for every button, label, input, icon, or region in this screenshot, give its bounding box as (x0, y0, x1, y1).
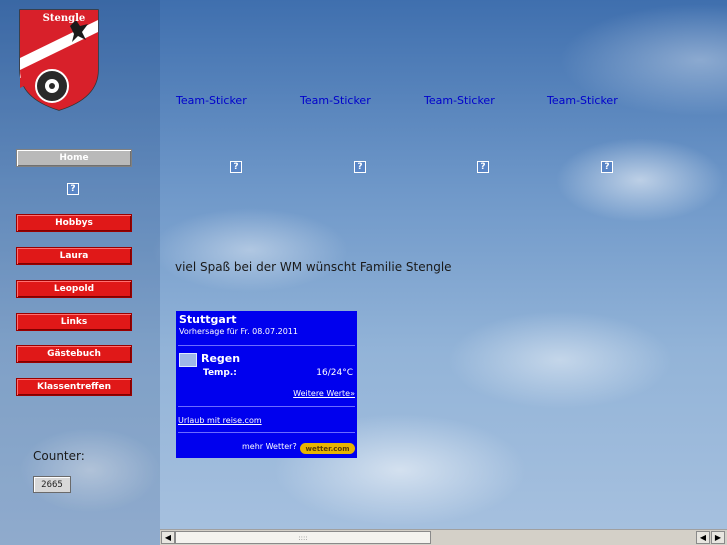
visitor-counter: 2665 (33, 476, 71, 493)
team-sticker-link-1[interactable]: Team-Sticker (176, 94, 247, 107)
weather-city: Stuttgart (179, 313, 237, 326)
divider (178, 432, 355, 433)
nav-guestbook-button[interactable]: Gästebuch (16, 345, 132, 363)
sticker-image-icon[interactable]: ? (601, 161, 613, 173)
sticker-image-icon[interactable]: ? (354, 161, 366, 173)
nav-laura-button[interactable]: Laura (16, 247, 132, 265)
sticker-image-icon[interactable]: ? (477, 161, 489, 173)
weather-widget: Stuttgart Vorhersage für Fr. 08.07.2011 … (176, 311, 357, 458)
nav-hobbys-button[interactable]: Hobbys (16, 214, 132, 232)
weather-forecast-date: Vorhersage für Fr. 08.07.2011 (179, 327, 298, 336)
missing-image-icon: ? (67, 183, 79, 195)
divider (178, 345, 355, 346)
temperature-value: 16/24°C (316, 368, 353, 378)
horizontal-scrollbar[interactable]: ◀ :::: ◀ ▶ (160, 529, 727, 545)
more-weather-text: mehr Wetter? (242, 442, 297, 451)
nav-home-button[interactable]: Home (16, 149, 132, 167)
scroll-left-arrow-icon-2[interactable]: ◀ (696, 531, 710, 544)
travel-link[interactable]: Urlaub mit reise.com (178, 416, 262, 425)
coat-of-arms-icon: Stengle (19, 9, 99, 111)
temperature-label: Temp.: (203, 368, 237, 378)
nav-links-button[interactable]: Links (16, 313, 132, 331)
nav-leopold-button[interactable]: Leopold (16, 280, 132, 298)
rain-icon (179, 353, 197, 367)
team-sticker-link-4[interactable]: Team-Sticker (547, 94, 618, 107)
nav-klassentreffen-button[interactable]: Klassentreffen (16, 378, 132, 396)
weather-condition: Regen (201, 352, 241, 365)
counter-label: Counter: (33, 449, 85, 463)
divider (178, 406, 355, 407)
scroll-right-arrow-icon[interactable]: ▶ (711, 531, 725, 544)
svg-text:Stengle: Stengle (43, 13, 86, 24)
sticker-image-icon[interactable]: ? (230, 161, 242, 173)
wetter-com-logo[interactable]: wetter.com (300, 443, 355, 454)
team-sticker-link-2[interactable]: Team-Sticker (300, 94, 371, 107)
scroll-left-arrow-icon[interactable]: ◀ (161, 531, 175, 544)
wm-greeting-text: viel Spaß bei der WM wünscht Familie Ste… (175, 260, 452, 274)
team-sticker-link-3[interactable]: Team-Sticker (424, 94, 495, 107)
more-values-link[interactable]: Weitere Werte» (293, 389, 355, 398)
scrollbar-thumb[interactable]: :::: (175, 531, 431, 544)
